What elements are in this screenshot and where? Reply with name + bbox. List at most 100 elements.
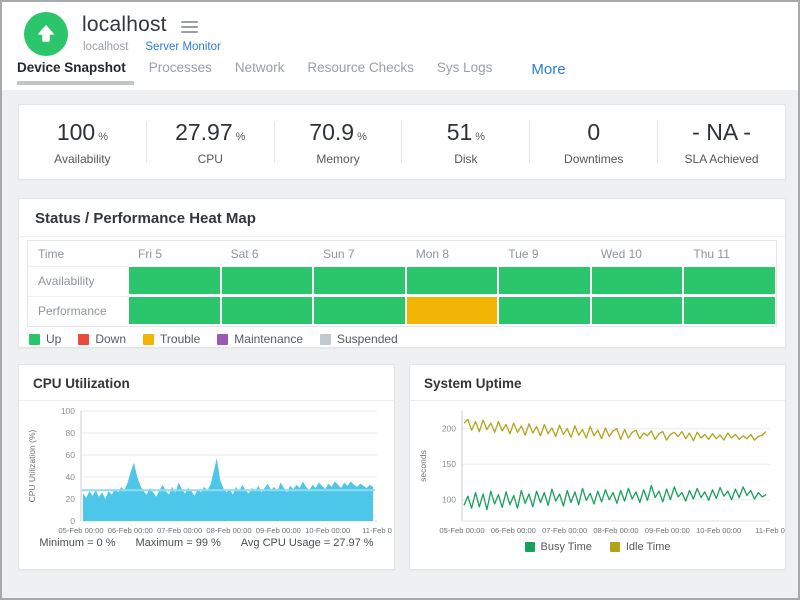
- stat-value: - NA -: [658, 119, 785, 146]
- header: localhost localhost Server Monitor Device…: [2, 2, 798, 90]
- svg-text:05-Feb 00:00: 05-Feb 00:00: [439, 526, 484, 535]
- breadcrumb: localhost Server Monitor: [83, 41, 221, 53]
- legend-swatch-icon: [143, 334, 154, 345]
- stat-label: Memory: [275, 152, 402, 166]
- heatmap-cell-up: [128, 296, 221, 325]
- stat-cpu: 27.97% CPU: [147, 119, 274, 166]
- legend-swatch-icon: [29, 334, 40, 345]
- svg-text:80: 80: [66, 428, 76, 438]
- stat-memory: 70.9% Memory: [275, 119, 402, 166]
- svg-text:200: 200: [442, 424, 456, 434]
- svg-text:10-Feb 00:00: 10-Feb 00:00: [305, 526, 350, 535]
- legend-item-idle-time: Idle Time: [610, 541, 671, 553]
- stat-label: Disk: [402, 152, 529, 166]
- svg-text:0: 0: [70, 516, 75, 526]
- heatmap-row-label: Availability: [28, 266, 128, 296]
- heatmap-column-header: Sun 7: [313, 241, 406, 266]
- tab-more[interactable]: More: [531, 61, 565, 78]
- heatmap-cell-trouble: [406, 296, 499, 325]
- svg-text:05-Feb 00:00: 05-Feb 00:00: [58, 526, 103, 535]
- stat-value: 27.97%: [147, 119, 274, 146]
- stats-summary-card: 100% Availability27.97% CPU70.9% Memory51% D…: [18, 104, 786, 180]
- stat-sla-achieved: - NA - SLA Achieved: [658, 119, 785, 166]
- heatmap-cell-up: [498, 296, 591, 325]
- svg-text:20: 20: [66, 494, 76, 504]
- legend-swatch-icon: [217, 334, 228, 345]
- svg-text:40: 40: [66, 472, 76, 482]
- heatmap-column-header: Wed 10: [591, 241, 684, 266]
- tab-sys-logs[interactable]: Sys Logs: [437, 60, 493, 83]
- heatmap-title: Status / Performance Heat Map: [19, 199, 785, 237]
- uptime-chart-title: System Uptime: [410, 365, 785, 401]
- heatmap-cell-up: [591, 296, 684, 325]
- svg-text:CPU Utilization (%): CPU Utilization (%): [27, 429, 37, 502]
- system-uptime-chart: 100 150 200 05-Feb 00:00 06-Feb 00:00 07-Feb …: [416, 403, 784, 535]
- breadcrumb-server-monitor-link[interactable]: Server Monitor: [145, 41, 220, 53]
- heatmap-column-header: Time: [28, 241, 128, 266]
- breadcrumb-device: localhost: [83, 41, 128, 53]
- svg-text:11-Feb 0: 11-Feb 0: [362, 526, 392, 535]
- stat-availability: 100% Availability: [19, 119, 146, 166]
- cpu-avg-stat: Avg CPU Usage = 27.97 %: [241, 537, 374, 549]
- heatmap-row-availability: Availability: [28, 266, 776, 296]
- menu-icon[interactable]: [181, 21, 198, 34]
- cpu-utilization-card: CPU Utilization 0 20 40 60 80 100 05-Feb 00:00…: [18, 364, 395, 570]
- stat-value: 0: [530, 119, 657, 146]
- tab-resource-checks[interactable]: Resource Checks: [307, 60, 414, 83]
- legend-item-up: Up: [29, 332, 61, 346]
- svg-text:06-Feb 00:00: 06-Feb 00:00: [491, 526, 536, 535]
- heatmap-cell-up: [221, 296, 314, 325]
- svg-text:100: 100: [61, 406, 75, 416]
- heatmap-card: Status / Performance Heat Map TimeFri 5S…: [18, 198, 786, 348]
- stat-value: 70.9%: [275, 119, 402, 146]
- heatmap-column-header: Sat 6: [221, 241, 314, 266]
- tab-network[interactable]: Network: [235, 60, 285, 83]
- cpu-chart-footer: Minimum = 0 % Maximum = 99 % Avg CPU Usa…: [19, 537, 394, 549]
- svg-text:08-Feb 00:00: 08-Feb 00:00: [206, 526, 251, 535]
- heatmap-cell-up: [498, 266, 591, 295]
- svg-text:09-Feb 00:00: 09-Feb 00:00: [645, 526, 690, 535]
- legend-item-trouble: Trouble: [143, 332, 200, 346]
- svg-text:09-Feb 00:00: 09-Feb 00:00: [256, 526, 301, 535]
- heatmap-cell-up: [221, 266, 314, 295]
- svg-text:10-Feb 00:00: 10-Feb 00:00: [696, 526, 741, 535]
- heatmap-cell-up: [683, 296, 776, 325]
- stat-label: CPU: [147, 152, 274, 166]
- heatmap-column-header: Mon 8: [406, 241, 499, 266]
- svg-text:60: 60: [66, 450, 76, 460]
- server-monitor-page: localhost localhost Server Monitor Device…: [0, 0, 800, 600]
- device-status-avatar: [24, 12, 68, 56]
- svg-text:11-Feb 0: 11-Feb 0: [755, 526, 785, 535]
- page-title: localhost: [82, 13, 167, 37]
- legend-item-suspended: Suspended: [320, 332, 398, 346]
- tab-bar: Device Snapshot Processes Network Resource …: [17, 59, 566, 83]
- stat-label: SLA Achieved: [658, 152, 785, 166]
- heatmap-cell-up: [683, 266, 776, 295]
- legend-swatch-icon: [320, 334, 331, 345]
- tab-processes[interactable]: Processes: [149, 60, 212, 83]
- heatmap-table: TimeFri 5Sat 6Sun 7Mon 8Tue 9Wed 10Thu 1…: [27, 240, 777, 327]
- legend-swatch-icon: [610, 542, 620, 552]
- heatmap-cell-up: [128, 266, 221, 295]
- heatmap-cell-up: [406, 266, 499, 295]
- svg-text:150: 150: [442, 459, 456, 469]
- stat-downtimes: 0Downtimes: [530, 119, 657, 166]
- stat-label: Availability: [19, 152, 146, 166]
- cpu-chart-title: CPU Utilization: [19, 365, 394, 401]
- stat-value: 100%: [19, 119, 146, 146]
- legend-swatch-icon: [78, 334, 89, 345]
- tab-device-snapshot[interactable]: Device Snapshot: [17, 60, 126, 83]
- system-uptime-card: System Uptime 100 150 200 05-Feb 00:00 06-Fe…: [409, 364, 786, 570]
- legend-item-busy-time: Busy Time: [525, 541, 592, 553]
- svg-text:07-Feb 00:00: 07-Feb 00:00: [157, 526, 202, 535]
- heatmap-column-header: Tue 9: [498, 241, 591, 266]
- svg-text:100: 100: [442, 495, 456, 505]
- svg-text:07-Feb 00:00: 07-Feb 00:00: [542, 526, 587, 535]
- svg-text:06-Feb 00:00: 06-Feb 00:00: [108, 526, 153, 535]
- svg-text:08-Feb 00:00: 08-Feb 00:00: [593, 526, 638, 535]
- heatmap-cell-up: [591, 266, 684, 295]
- heatmap-row-performance: Performance: [28, 296, 776, 326]
- heatmap-column-header: Fri 5: [128, 241, 221, 266]
- cpu-max-stat: Maximum = 99 %: [136, 537, 221, 549]
- stat-value: 51%: [402, 119, 529, 146]
